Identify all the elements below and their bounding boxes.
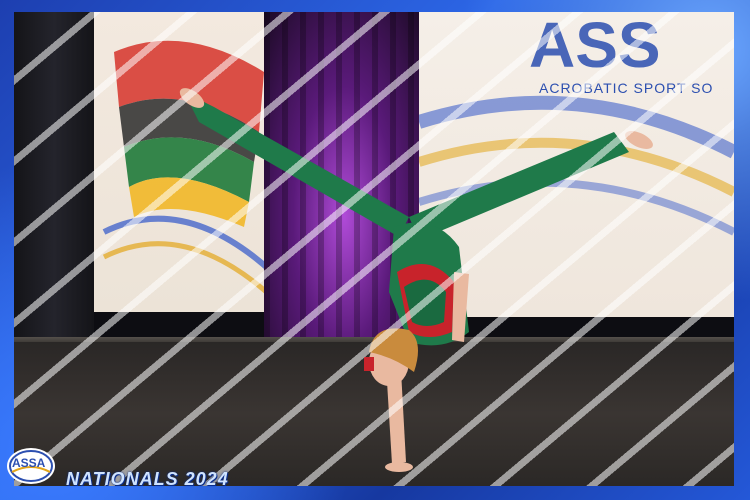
- gymnast-figure: [179, 88, 653, 472]
- footer-title: NATIONALS 2024: [66, 469, 229, 489]
- assa-badge-logo: ASSA: [6, 446, 56, 486]
- event-photo: ASS ACROBATIC SPORT SO: [14, 12, 734, 486]
- badge-text: ASSA: [12, 456, 46, 470]
